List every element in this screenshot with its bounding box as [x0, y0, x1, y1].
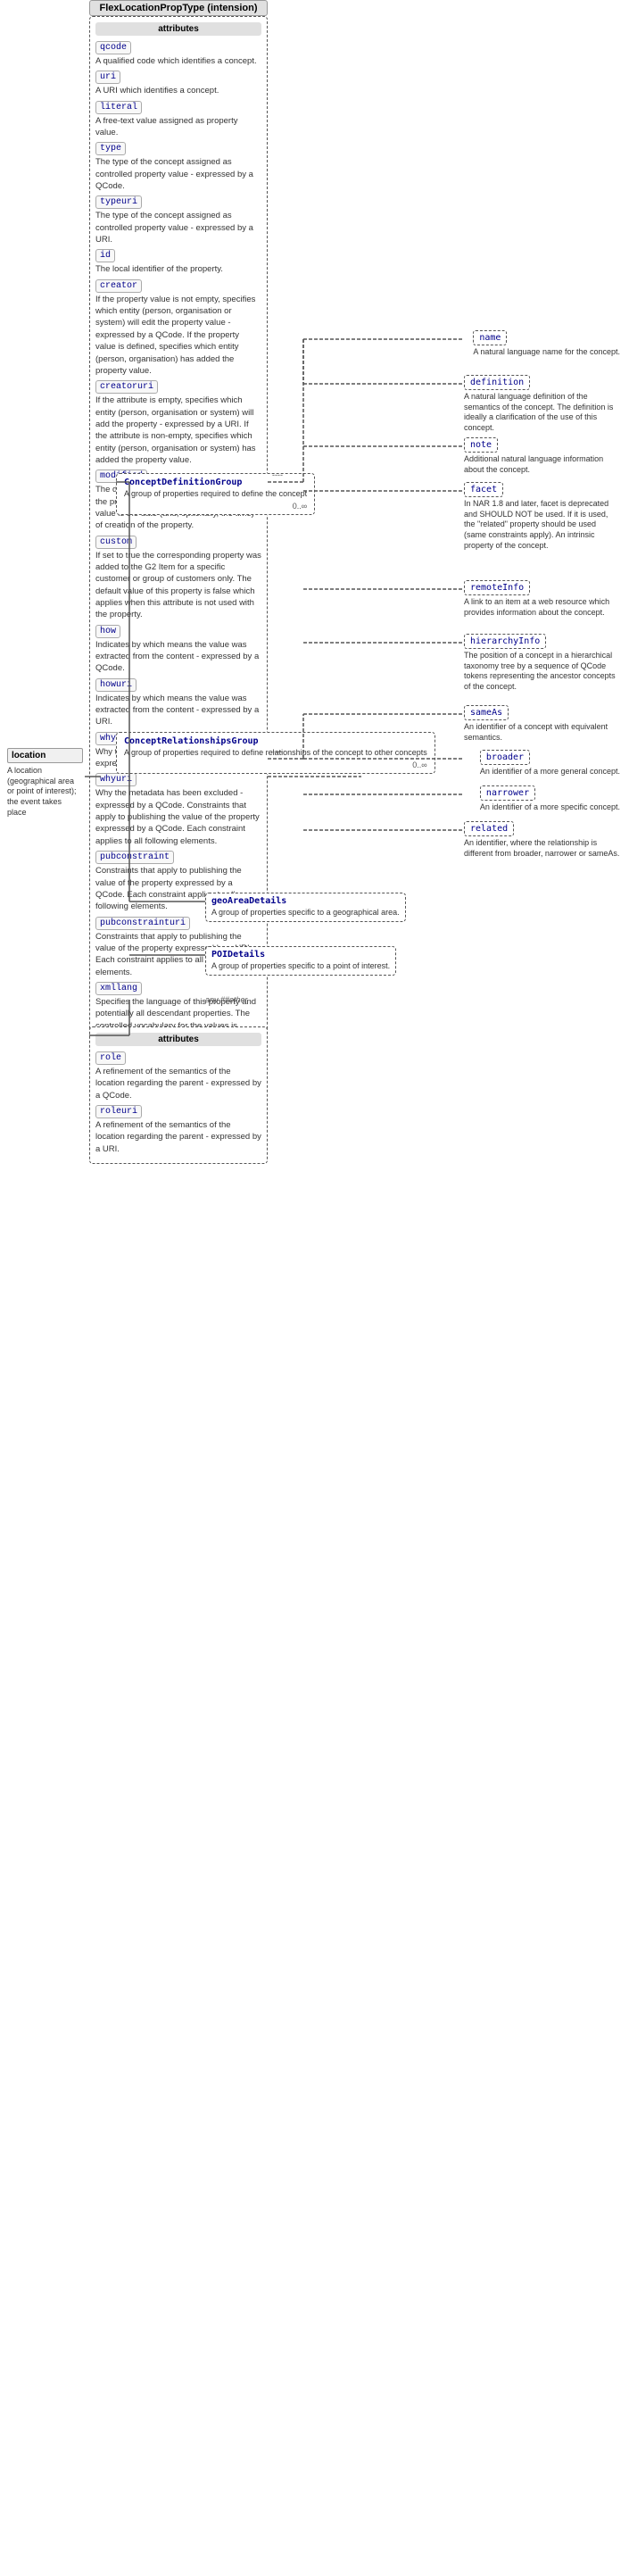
concept-relationships-group-desc: A group of properties required to define…	[124, 748, 427, 759]
attr-typeuri: typeuri The type of the concept assigned…	[95, 195, 261, 245]
bottom-attributes-panel: attributes role A refinement of the sema…	[89, 1026, 268, 1164]
attr-how: how Indicates by which means the value w…	[95, 624, 261, 675]
prop-definition-desc: A natural language definition of the sem…	[464, 392, 620, 434]
concept-relationships-group-title: ConceptRelationshipsGroup	[124, 736, 427, 746]
bottom-attr-roleuri: roleuri A refinement of the semantics of…	[95, 1104, 261, 1155]
bottom-attr-role: role A refinement of the semantics of th…	[95, 1051, 261, 1101]
diagram-title: FlexLocationPropType (intension)	[89, 0, 268, 16]
attr-uri: uri A URI which identifies a concept.	[95, 70, 261, 96]
prop-definition-container: definition A natural language definition…	[464, 375, 620, 434]
prop-related: related	[464, 821, 514, 836]
title-text: FlexLocationPropType (intension)	[99, 3, 257, 13]
concept-definition-group-desc: A group of properties required to define…	[124, 489, 307, 500]
concept-relationships-group-box: ConceptRelationshipsGroup A group of pro…	[116, 732, 435, 774]
prop-hierarchyinfo-container: hierarchyInfo The position of a concept …	[464, 634, 620, 693]
attr-custom: custom If set to true the corresponding …	[95, 535, 261, 621]
prop-remoteinfo-container: remoteInfo A link to an item at a web re…	[464, 580, 620, 618]
geo-area-details-box: geoAreaDetails A group of properties spe…	[205, 893, 406, 922]
attr-creatoruri: creatoruri If the attribute is empty, sp…	[95, 379, 261, 466]
concept-relationships-multiplicity: 0..∞	[124, 760, 427, 769]
concept-definition-group-box: ConceptDefinitionGroup A group of proper…	[116, 473, 315, 515]
prop-broader-desc: An identifier of a more general concept.	[480, 767, 620, 777]
location-label-container: location A location (geographical area o…	[7, 748, 83, 818]
prop-name-desc: A natural language name for the concept.	[473, 347, 620, 358]
prop-narrower-desc: An identifier of a more specific concept…	[480, 802, 620, 813]
prop-broader: broader	[480, 750, 530, 765]
prop-note-container: note Additional natural language informa…	[464, 437, 620, 475]
attr-whyuri: whyuri Why the metadata has been exclude…	[95, 772, 261, 847]
attr-literal: literal A free-text value assigned as pr…	[95, 100, 261, 139]
prop-name-container: name A natural language name for the con…	[473, 330, 620, 358]
geo-area-details-title: geoAreaDetails	[211, 896, 400, 906]
prop-remoteinfo: remoteInfo	[464, 580, 530, 595]
diagram-container: FlexLocationPropType (intension) attribu…	[0, 0, 629, 2576]
poi-details-title: POIDetails	[211, 950, 390, 960]
prop-sameas: sameAs	[464, 705, 509, 720]
attr-qcode: qcode A qualified code which identifies …	[95, 40, 261, 67]
bottom-attributes-header: attributes	[95, 1033, 261, 1046]
prop-facet-container: facet In NAR 1.8 and later, facet is dep…	[464, 482, 620, 551]
attr-creator: creator If the property value is not emp…	[95, 278, 261, 377]
prop-narrower: narrower	[480, 785, 535, 801]
prop-facet: facet	[464, 482, 503, 497]
prop-remoteinfo-desc: A link to an item at a web resource whic…	[464, 597, 620, 618]
location-label: location	[7, 748, 83, 763]
prop-hierarchyinfo-desc: The position of a concept in a hierarchi…	[464, 651, 620, 693]
poi-details-box: POIDetails A group of properties specifi…	[205, 946, 396, 976]
prop-hierarchyinfo: hierarchyInfo	[464, 634, 546, 649]
prop-related-container: related An identifier, where the relatio…	[464, 821, 620, 859]
prop-note: note	[464, 437, 498, 453]
attributes-header: attributes	[95, 22, 261, 36]
attr-howuri: howuri Indicates by which means the valu…	[95, 677, 261, 728]
prop-note-desc: Additional natural language information …	[464, 454, 620, 475]
prop-name: name	[473, 330, 507, 345]
prop-definition: definition	[464, 375, 530, 390]
other-bottom-label: any ##other	[205, 995, 248, 1004]
geo-area-details-desc: A group of properties specific to a geog…	[211, 908, 400, 918]
attr-type: type The type of the concept assigned as…	[95, 141, 261, 192]
concept-definition-group-title: ConceptDefinitionGroup	[124, 478, 307, 487]
prop-sameas-container: sameAs An identifier of a concept with e…	[464, 705, 620, 743]
prop-related-desc: An identifier, where the relationship is…	[464, 838, 620, 859]
attributes-panel: attributes qcode A qualified code which …	[89, 16, 268, 1105]
attr-id: id The local identifier of the property.	[95, 248, 261, 275]
prop-narrower-container: narrower An identifier of a more specifi…	[480, 785, 620, 813]
prop-facet-desc: In NAR 1.8 and later, facet is deprecate…	[464, 499, 620, 551]
poi-details-desc: A group of properties specific to a poin…	[211, 961, 390, 972]
prop-broader-container: broader An identifier of a more general …	[480, 750, 620, 777]
concept-definition-multiplicity: 0..∞	[124, 502, 307, 511]
prop-sameas-desc: An identifier of a concept with equivale…	[464, 722, 620, 743]
location-desc: A location (geographical area or point o…	[7, 766, 83, 818]
